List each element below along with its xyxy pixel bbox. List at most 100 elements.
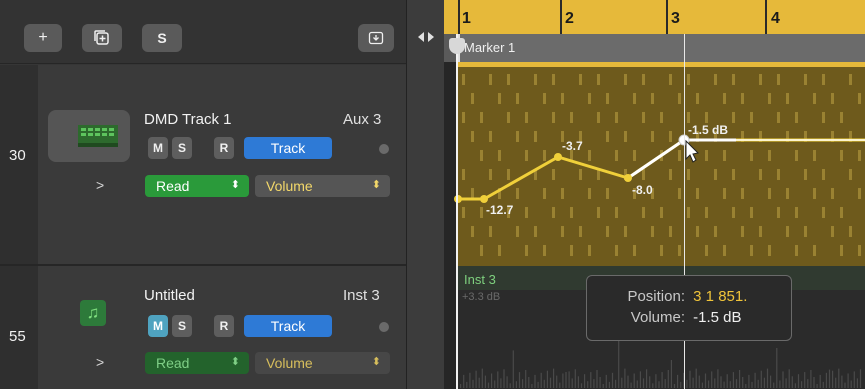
automation-parameter-value: Volume bbox=[266, 355, 313, 371]
step-cell bbox=[768, 93, 771, 104]
solo-button[interactable]: S bbox=[172, 137, 192, 159]
automation-line-left[interactable] bbox=[458, 138, 865, 201]
step-cell bbox=[525, 150, 528, 161]
waveform-bar bbox=[708, 380, 710, 388]
track-name[interactable]: DMD Track 1 bbox=[144, 111, 232, 128]
waveform-bar bbox=[754, 372, 756, 388]
waveform-bar bbox=[649, 376, 651, 388]
solo-button[interactable]: S bbox=[172, 315, 192, 337]
tooltip-volume-label: Volume: bbox=[630, 309, 685, 326]
collapse-icon bbox=[368, 31, 384, 45]
automation-mode-select[interactable]: Read ⬍ bbox=[145, 175, 249, 197]
mute-button[interactable]: M bbox=[148, 315, 168, 337]
waveform-bar bbox=[717, 369, 719, 388]
step-cell bbox=[759, 169, 762, 180]
chevron-right-icon[interactable]: > bbox=[96, 354, 104, 370]
step-cell bbox=[849, 226, 852, 237]
automation-line-segment[interactable] bbox=[627, 138, 685, 180]
solo-label: S bbox=[177, 141, 186, 155]
collapse-tracks-button[interactable] bbox=[358, 24, 394, 52]
automation-parameter-select[interactable]: Volume ⬍ bbox=[255, 352, 390, 374]
playhead-line[interactable] bbox=[456, 34, 458, 389]
stepper-icon: ⬍ bbox=[371, 179, 381, 191]
input-monitor-dot[interactable] bbox=[379, 322, 389, 332]
input-monitor-dot[interactable] bbox=[379, 144, 389, 154]
automation-parameter-select[interactable]: Volume ⬍ bbox=[255, 175, 390, 197]
step-cell bbox=[615, 207, 618, 218]
step-cell bbox=[858, 245, 861, 256]
step-cell bbox=[777, 169, 780, 180]
step-cell bbox=[849, 169, 852, 180]
waveform-bar bbox=[677, 374, 679, 388]
pane-splitter[interactable] bbox=[406, 0, 444, 389]
waveform-bar bbox=[658, 381, 660, 388]
waveform-bar bbox=[825, 372, 827, 388]
track-name[interactable]: Untitled bbox=[144, 287, 195, 304]
new-track-duplicate-button[interactable] bbox=[82, 24, 122, 52]
step-cell bbox=[579, 169, 582, 180]
step-cell bbox=[732, 112, 735, 123]
step-cell bbox=[498, 93, 501, 104]
tooltip-volume-row: Volume: -1.5 dB bbox=[587, 309, 791, 330]
step-cell bbox=[516, 226, 519, 237]
track-row-dmd-track-1[interactable]: 30 > DMD Track 1 Aux 3 M S R Track > Rea… bbox=[0, 65, 406, 264]
waveform-bar bbox=[630, 382, 632, 388]
track-icon-box[interactable] bbox=[48, 110, 130, 162]
global-solo-button[interactable]: S bbox=[142, 24, 182, 52]
automation-value-label: -3.7 bbox=[562, 139, 583, 153]
record-enable-button[interactable]: R bbox=[214, 315, 234, 337]
mute-button[interactable]: M bbox=[148, 137, 168, 159]
track-button[interactable]: Track bbox=[244, 137, 332, 159]
step-cell bbox=[462, 169, 465, 180]
waveform-bar bbox=[515, 381, 517, 388]
waveform-bar bbox=[828, 369, 831, 388]
waveform-bar bbox=[577, 376, 579, 388]
waveform-bar bbox=[835, 377, 837, 388]
step-cell bbox=[840, 112, 843, 123]
waveform-bar bbox=[540, 372, 542, 388]
waveform-bar bbox=[522, 379, 524, 388]
waveform-bar bbox=[804, 372, 806, 388]
step-cell bbox=[741, 188, 744, 199]
step-cell bbox=[606, 188, 609, 199]
step-cell bbox=[660, 207, 663, 218]
automation-point[interactable] bbox=[480, 195, 488, 203]
automation-point[interactable] bbox=[624, 174, 632, 182]
playhead-handle[interactable] bbox=[449, 38, 465, 54]
track-output: Aux 3 bbox=[343, 111, 382, 128]
waveform-bar bbox=[847, 373, 849, 388]
step-cell bbox=[723, 150, 726, 161]
waveform-bar bbox=[785, 378, 787, 388]
waveform-bar bbox=[549, 377, 552, 388]
record-enable-button[interactable]: R bbox=[214, 137, 234, 159]
waveform-bar bbox=[841, 375, 843, 388]
step-cell bbox=[561, 93, 564, 104]
step-cell bbox=[741, 226, 744, 237]
step-cell bbox=[777, 207, 780, 218]
waveform-bar bbox=[810, 370, 812, 388]
step-cell bbox=[489, 131, 492, 142]
automation-mode-select[interactable]: Read ⬍ bbox=[145, 352, 249, 374]
track-row-untitled[interactable]: 55 ♫ Untitled Inst 3 M S R Track > Read … bbox=[0, 266, 406, 389]
step-cell bbox=[687, 207, 690, 218]
split-arrows-icon[interactable] bbox=[416, 31, 436, 43]
step-cell bbox=[804, 169, 807, 180]
automation-point[interactable] bbox=[554, 153, 562, 161]
chevron-right-icon[interactable]: > bbox=[96, 177, 104, 193]
track-icon-box[interactable]: ♫ bbox=[80, 300, 106, 326]
stepper-icon: ⬍ bbox=[371, 356, 381, 368]
step-cell bbox=[705, 112, 708, 123]
step-cell bbox=[579, 226, 582, 237]
step-pattern bbox=[462, 74, 861, 256]
waveform-bar bbox=[714, 378, 716, 388]
track-button[interactable]: Track bbox=[244, 315, 332, 337]
step-cell bbox=[678, 93, 681, 104]
step-cell bbox=[705, 150, 708, 161]
record-label: R bbox=[219, 319, 229, 333]
step-cell bbox=[714, 169, 717, 180]
waveform-bar bbox=[661, 372, 663, 388]
waveform-bar bbox=[748, 374, 750, 388]
add-track-button[interactable]: + bbox=[24, 24, 62, 52]
waveform-bar bbox=[726, 374, 728, 388]
waveform-bar bbox=[608, 381, 610, 388]
